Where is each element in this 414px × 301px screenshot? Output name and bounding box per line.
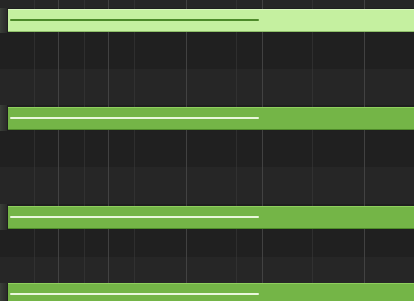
pitch-lane [0,167,414,204]
grid-line [364,0,365,301]
pitch-lane [0,257,414,283]
midi-note[interactable] [8,107,414,130]
pitch-lane [0,33,414,69]
grid-line [134,0,135,301]
grid-line [34,0,35,301]
grid-line [108,0,109,301]
midi-note[interactable] [8,283,414,301]
velocity-line [10,19,259,21]
pitch-lane [0,69,414,105]
midi-note[interactable] [8,9,414,32]
midi-note[interactable] [8,206,414,229]
velocity-line [10,216,259,218]
pitch-lane [0,230,414,257]
grid-line [186,0,187,301]
velocity-line [10,293,259,295]
grid-line [84,0,85,301]
grid-line [312,0,313,301]
grid-line [262,0,263,301]
velocity-line [10,117,259,119]
grid-line [236,0,237,301]
piano-roll-editor[interactable] [0,0,414,301]
pitch-lane [0,131,414,167]
grid-line [58,0,59,301]
pitch-lane [0,0,414,8]
